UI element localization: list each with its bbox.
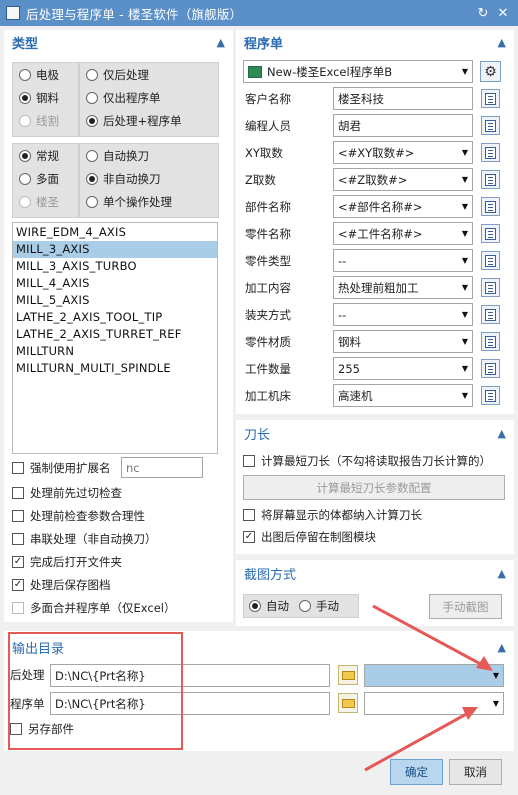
- annotation-arrows: [364, 604, 493, 772]
- ok-button[interactable]: 确定: [390, 759, 443, 785]
- cancel-button[interactable]: 取消: [449, 759, 502, 785]
- annotation-arrow: [372, 604, 489, 670]
